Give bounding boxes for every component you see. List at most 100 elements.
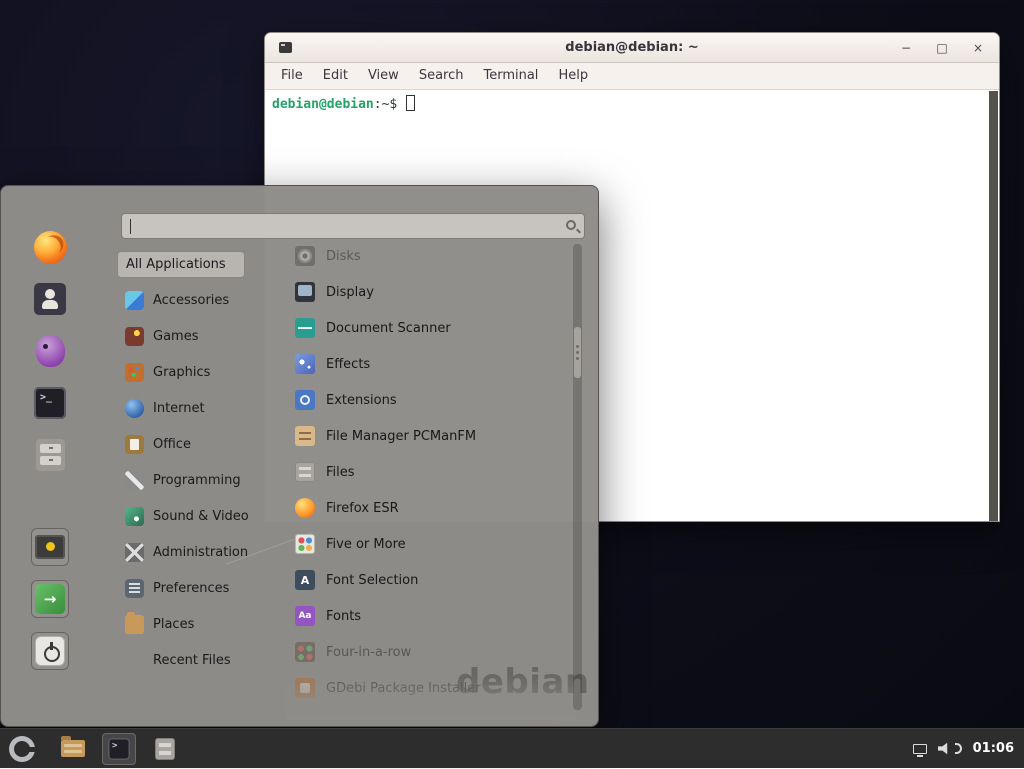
app-label: Extensions	[326, 393, 397, 408]
app-files[interactable]: Files	[289, 454, 571, 490]
menu-view[interactable]: View	[358, 63, 409, 89]
menu-file[interactable]: File	[271, 63, 313, 89]
category-recent-files[interactable]: Recent Files	[117, 642, 269, 678]
gdebi-icon	[295, 678, 315, 698]
category-office[interactable]: Office	[117, 426, 269, 462]
app-label: Four-in-a-row	[326, 645, 411, 660]
category-accessories[interactable]: Accessories	[117, 282, 269, 318]
file-manager-icon	[295, 426, 315, 446]
window-controls: − □ ×	[897, 33, 987, 63]
prompt-path: :~$	[374, 97, 397, 112]
taskbar-terminal-active[interactable]	[102, 733, 136, 765]
category-label: Places	[153, 617, 194, 632]
terminal-title: debian@debian: ~	[265, 33, 999, 63]
app-file-manager-pcmanfm[interactable]: File Manager PCManFM	[289, 418, 571, 454]
debian-watermark: debian	[456, 662, 590, 702]
category-internet[interactable]: Internet	[117, 390, 269, 426]
app-extensions[interactable]: Extensions	[289, 382, 571, 418]
files-icon	[155, 738, 175, 760]
places-icon	[125, 615, 144, 634]
category-places[interactable]: Places	[117, 606, 269, 642]
app-disks[interactable]: Disks	[289, 238, 571, 274]
favorite-file-manager[interactable]	[31, 436, 69, 474]
power-icon	[35, 636, 65, 666]
category-label: Preferences	[153, 581, 229, 596]
category-label: Administration	[153, 545, 248, 560]
category-label: Office	[153, 437, 191, 452]
extensions-icon	[295, 390, 315, 410]
category-list: All Applications Accessories Games Graph…	[117, 246, 269, 678]
shutdown-button[interactable]	[31, 632, 69, 670]
category-programming[interactable]: Programming	[117, 462, 269, 498]
four-in-a-row-icon	[295, 642, 315, 662]
category-label: Recent Files	[153, 653, 231, 668]
app-label: Disks	[326, 249, 361, 264]
category-games[interactable]: Games	[117, 318, 269, 354]
favorite-messenger[interactable]	[31, 332, 69, 370]
app-label: Fonts	[326, 609, 361, 624]
app-firefox-esr[interactable]: Firefox ESR	[289, 490, 571, 526]
app-effects[interactable]: Effects	[289, 346, 571, 382]
firefox-icon	[295, 498, 315, 518]
blank-icon	[125, 651, 144, 670]
clock[interactable]: 01:06	[973, 741, 1014, 756]
close-button[interactable]: ×	[969, 41, 987, 55]
volume-wave-icon	[955, 743, 962, 754]
system-tray: 01:06	[913, 741, 1024, 756]
app-label: Document Scanner	[326, 321, 451, 336]
taskbar: 01:06	[0, 728, 1024, 768]
menu-scrollbar[interactable]	[573, 244, 582, 710]
file-manager-icon	[36, 439, 65, 471]
application-list: Disks Display Document Scanner Effects E…	[289, 238, 571, 710]
minimize-button[interactable]: −	[897, 41, 915, 55]
file-manager-icon	[61, 740, 85, 757]
taskbar-file-manager[interactable]	[56, 733, 90, 765]
scrollbar-thumb[interactable]	[573, 326, 582, 379]
category-all-applications[interactable]: All Applications	[117, 251, 245, 278]
category-graphics[interactable]: Graphics	[117, 354, 269, 390]
category-label: Graphics	[153, 365, 210, 380]
category-label: Programming	[153, 473, 241, 488]
start-menu: All Applications Accessories Games Graph…	[0, 185, 599, 727]
app-document-scanner[interactable]: Document Scanner	[289, 310, 571, 346]
prompt-user-host: debian@debian	[272, 97, 374, 112]
menu-edit[interactable]: Edit	[313, 63, 358, 89]
app-five-or-more[interactable]: Five or More	[289, 526, 571, 562]
app-label: File Manager PCManFM	[326, 429, 476, 444]
app-fonts[interactable]: Fonts	[289, 598, 571, 634]
menu-search[interactable]: Search	[409, 63, 474, 89]
graphics-icon	[125, 363, 144, 382]
terminal-cursor	[406, 95, 415, 111]
taskbar-files[interactable]	[148, 733, 182, 765]
category-label: Accessories	[153, 293, 229, 308]
favorite-software-manager[interactable]	[31, 280, 69, 318]
favorites-column	[13, 228, 87, 684]
app-label: Firefox ESR	[326, 501, 399, 516]
terminal-titlebar[interactable]: debian@debian: ~ − □ ×	[265, 33, 999, 63]
search-input[interactable]	[122, 214, 584, 238]
maximize-button[interactable]: □	[933, 41, 951, 55]
category-administration[interactable]: Administration	[117, 534, 269, 570]
menu-help[interactable]: Help	[548, 63, 598, 89]
menu-button[interactable]	[0, 729, 44, 769]
favorite-terminal[interactable]	[31, 384, 69, 422]
app-display[interactable]: Display	[289, 274, 571, 310]
category-sound-video[interactable]: Sound & Video	[117, 498, 269, 534]
category-label: Sound & Video	[153, 509, 249, 524]
lock-screen-button[interactable]	[31, 528, 69, 566]
terminal-scrollbar[interactable]	[989, 91, 998, 521]
terminal-icon	[108, 738, 130, 760]
terminal-icon	[34, 387, 66, 419]
accessories-icon	[125, 291, 144, 310]
messenger-mascot-icon	[36, 335, 65, 367]
app-font-selection[interactable]: Font Selection	[289, 562, 571, 598]
logout-button[interactable]	[31, 580, 69, 618]
network-icon[interactable]	[913, 744, 927, 754]
volume-icon[interactable]	[938, 742, 953, 755]
app-label: Display	[326, 285, 374, 300]
category-preferences[interactable]: Preferences	[117, 570, 269, 606]
search-icon	[566, 220, 576, 230]
favorite-firefox[interactable]	[31, 228, 69, 266]
menu-terminal[interactable]: Terminal	[473, 63, 548, 89]
terminal-menubar: File Edit View Search Terminal Help	[265, 63, 999, 90]
